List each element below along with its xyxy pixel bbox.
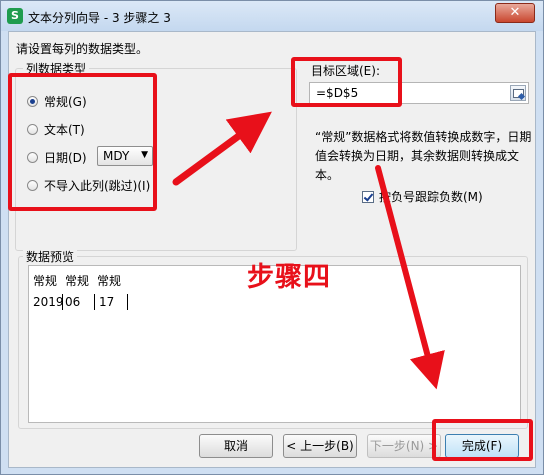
finish-button[interactable]: 完成(F) <box>445 434 519 458</box>
spreadsheet-app-icon: S <box>7 8 23 24</box>
back-button[interactable]: < 上一步(B) <box>283 434 357 458</box>
target-range-input[interactable]: =$D$5 <box>309 82 529 104</box>
dialog-body: 请设置每列的数据类型。 列数据类型 常规(G) 文本(T) 日期(D) MDY … <box>8 31 536 468</box>
radio-date[interactable]: 日期(D) <box>27 148 87 166</box>
column-separator <box>94 294 95 310</box>
dialog-title: 文本分列向导 - 3 步骤之 3 <box>28 11 171 25</box>
radio-text-indicator[interactable] <box>27 123 38 135</box>
radio-date-label: 日期(D) <box>44 150 87 165</box>
chevron-down-icon: ▼ <box>141 150 148 160</box>
title-bar[interactable]: S 文本分列向导 - 3 步骤之 3 ✕ <box>1 1 543 31</box>
format-description: “常规”数据格式将数值转换成数字，日期值会转换为日期，其余数据则转换成文本。 <box>315 130 532 182</box>
column-separator <box>62 294 63 310</box>
radio-text-label: 文本(T) <box>44 122 85 137</box>
target-range-value: =$D$5 <box>316 86 359 100</box>
radio-general[interactable]: 常规(G) <box>27 92 87 110</box>
preview-group-title: 数据预览 <box>23 248 78 265</box>
range-select-icon[interactable] <box>510 85 526 101</box>
instruction-text: 请设置每列的数据类型。 <box>16 42 149 56</box>
preview-cell: 2019 <box>33 295 64 309</box>
radio-date-indicator[interactable] <box>27 151 38 163</box>
preview-column-header[interactable]: 常规 <box>33 272 57 289</box>
date-format-value: MDY <box>103 149 130 163</box>
column-separator <box>127 294 128 310</box>
date-format-select[interactable]: MDY ▼ <box>97 146 153 166</box>
radio-skip[interactable]: 不导入此列(跳过)(I) <box>27 176 150 194</box>
text-to-columns-dialog: S 文本分列向导 - 3 步骤之 3 ✕ 请设置每列的数据类型。 列数据类型 常… <box>0 0 544 475</box>
preview-cell: 06 <box>65 295 81 309</box>
preview-column-header[interactable]: 常规 <box>65 272 89 289</box>
radio-general-indicator[interactable] <box>27 95 38 107</box>
radio-skip-label: 不导入此列(跳过)(I) <box>44 178 151 193</box>
next-button[interactable]: 下一步(N) > <box>367 434 441 458</box>
step-four-annotation: 步骤四 <box>247 262 331 293</box>
negative-sign-checkbox-label: 按负号跟踪负数(M) <box>379 190 483 204</box>
cancel-button[interactable]: 取消 <box>199 434 273 458</box>
target-range-label: 目标区域(E): <box>311 64 380 78</box>
negative-sign-checkbox[interactable] <box>362 190 374 203</box>
preview-cell: 17 <box>99 295 115 309</box>
radio-skip-indicator[interactable] <box>27 179 38 191</box>
close-button[interactable]: ✕ <box>495 3 535 23</box>
column-type-group-title: 列数据类型 <box>23 60 90 77</box>
preview-column-header[interactable]: 常规 <box>97 272 121 289</box>
radio-text[interactable]: 文本(T) <box>27 120 85 138</box>
radio-general-label: 常规(G) <box>44 94 87 109</box>
negative-sign-checkbox-row[interactable]: 按负号跟踪负数(M) <box>362 188 483 205</box>
close-icon: ✕ <box>509 5 521 20</box>
